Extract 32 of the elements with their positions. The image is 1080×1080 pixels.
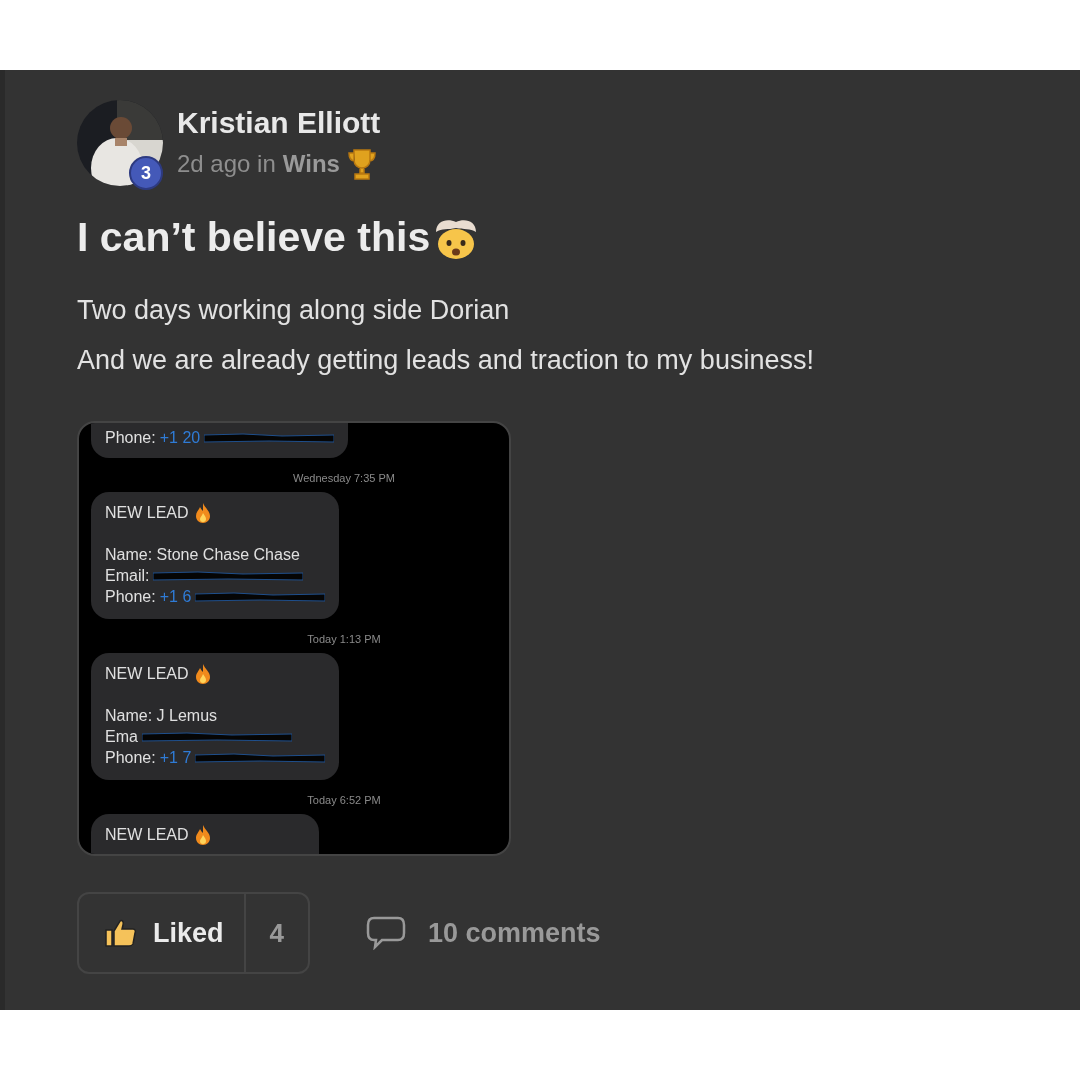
- message-timestamp: Today 1:13 PM: [307, 633, 381, 645]
- message-line: Phone:: [105, 428, 156, 448]
- message-line: Name: Stone Chase Chase: [105, 545, 300, 565]
- phone-link[interactable]: +1 20: [159, 427, 201, 448]
- message-timestamp: Wednesday 7:35 PM: [293, 472, 395, 484]
- level-badge: 3: [129, 156, 163, 190]
- post-body: Two days working along side Dorian And we are already getting leads and traction to my business!: [77, 294, 815, 377]
- message-timestamp: Today 6:52 PM: [307, 794, 381, 806]
- message-heading: NEW LEAD: [105, 825, 189, 845]
- post-title: I can’t believe this: [77, 214, 431, 261]
- thumbs-up-icon: [105, 918, 137, 948]
- like-button[interactable]: Liked: [79, 894, 244, 972]
- trophy-icon: [346, 148, 377, 180]
- message-heading: NEW LEAD: [105, 503, 189, 523]
- comments-button[interactable]: 10 comments: [366, 916, 601, 950]
- comment-icon: [366, 916, 406, 950]
- fire-icon: [194, 824, 211, 845]
- phone-link[interactable]: +1 7: [159, 747, 192, 768]
- message-line: Name: J Lemus: [105, 706, 218, 726]
- category-link[interactable]: Wins: [282, 150, 340, 178]
- post-time: 2d ago in: [177, 150, 276, 178]
- message-heading: NEW LEAD: [105, 664, 189, 684]
- fire-icon: [194, 502, 211, 523]
- message-line: Ema: [105, 727, 138, 747]
- message-line: Phone:: [105, 587, 156, 607]
- fire-icon: [194, 663, 211, 684]
- message-line: Email:: [105, 566, 150, 586]
- screenshot-card[interactable]: Phone: +1 20 Wednesday 7:35 PM NEW LEAD Name: Stone Chase Chase Email: Phone: +1 6 Today 1:13 PM NEW LEAD Name: J Lemus Ema Phone: +1 7 Today 6:52 PM NEW LEAD: [77, 421, 511, 856]
- author-name[interactable]: Kristian Elliott: [177, 106, 381, 140]
- message-line: Phone:: [105, 748, 156, 768]
- like-count: 4: [243, 894, 308, 972]
- phone-link[interactable]: +1 6: [159, 586, 192, 607]
